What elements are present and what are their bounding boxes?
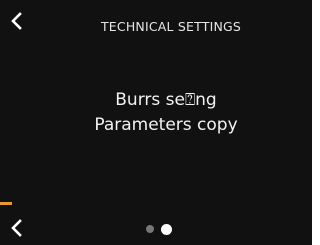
chevron-left-icon: [11, 219, 22, 237]
back-button-bottom[interactable]: [9, 216, 25, 240]
page-dot-2-active[interactable]: [161, 223, 172, 235]
page-indicator: [146, 223, 172, 235]
chevron-left-icon: [11, 12, 22, 30]
settings-menu: Burrs se⍰ng Parameters copy: [40, 88, 292, 138]
page-dot-1[interactable]: [146, 225, 154, 233]
accent-indicator: [0, 202, 12, 205]
screen-border: [312, 0, 317, 245]
back-button-top[interactable]: [9, 9, 25, 33]
page-title: TECHNICAL SETTINGS: [100, 19, 242, 34]
device-screen: TECHNICAL SETTINGS Burrs se⍰ng Parameter…: [0, 0, 312, 245]
menu-item-burrs-setting[interactable]: Burrs se⍰ng: [40, 88, 292, 113]
menu-item-parameters-copy[interactable]: Parameters copy: [40, 113, 292, 138]
